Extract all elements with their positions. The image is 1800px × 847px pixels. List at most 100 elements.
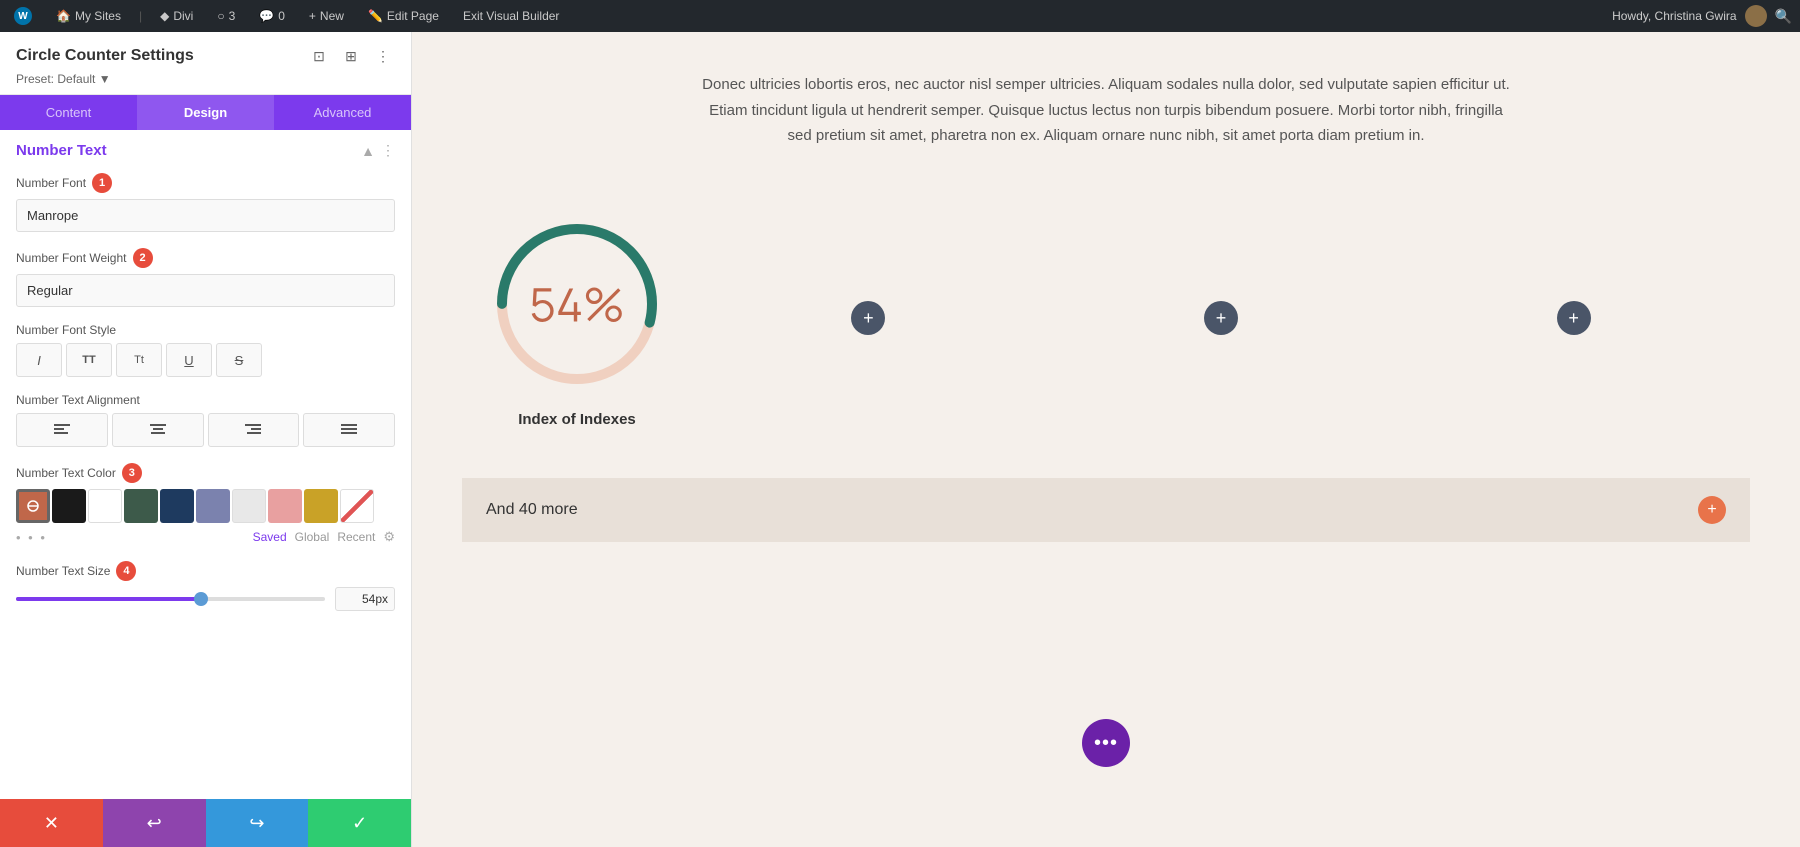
body-text: Donec ultricies lobortis eros, nec aucto… [696,72,1516,149]
color-swatch-dark-green[interactable] [124,489,158,523]
number-font-weight-label: Number Font Weight 2 [16,248,395,268]
counter-row: 54% Index of Indexes + + + [462,189,1750,448]
section-more-icon[interactable]: ⋮ [381,142,395,159]
wordpress-icon[interactable]: W [8,0,38,32]
counter-label: Index of Indexes [518,411,636,428]
slider-value[interactable]: 54px [335,587,395,611]
more-text: And 40 more [486,501,578,519]
recent-link[interactable]: Recent [337,530,375,544]
tab-design[interactable]: Design [137,95,274,130]
canvas-area: Donec ultricies lobortis eros, nec aucto… [412,32,1800,847]
uppercase-button[interactable]: TT [66,343,112,377]
exit-builder-button[interactable]: Exit Visual Builder [457,0,566,32]
strikethrough-button[interactable]: S [216,343,262,377]
number-font-weight-badge: 2 [133,248,153,268]
settings-panel: Circle Counter Settings ⊡ ⊞ ⋮ Preset: De… [0,32,412,847]
edit-page-button[interactable]: ✏️ Edit Page [362,0,445,32]
panel-preset[interactable]: Preset: Default ▼ [16,72,395,86]
number-font-select[interactable]: Manrope [16,199,395,232]
number-text-size-field: Number Text Size 4 54px [16,561,395,611]
number-font-style-field: Number Font Style I TT Tt U S [16,323,395,377]
top-bar: W 🏠 My Sites | ◆ Divi ○ 3 💬 0 + New ✏️ E… [0,0,1800,32]
tab-advanced[interactable]: Advanced [274,95,411,130]
divi-icon: ◆ [160,9,169,23]
global-link[interactable]: Global [295,530,330,544]
undo-button[interactable]: ↩ [103,799,206,847]
tab-content[interactable]: Content [0,95,137,130]
underline-button[interactable]: U [166,343,212,377]
circle-icon: ○ [217,9,224,23]
divi-link[interactable]: ◆ Divi [154,0,199,32]
plus-icon: + [309,9,316,23]
section-title: Number Text [16,142,107,159]
align-center-button[interactable] [112,413,204,447]
color-swatch-slate[interactable] [196,489,230,523]
redo-button[interactable]: ↪ [206,799,309,847]
slider-fill [16,597,201,601]
more-add-button[interactable]: + [1698,496,1726,524]
color-swatch-pink[interactable] [268,489,302,523]
comments-link[interactable]: ○ 3 [211,0,241,32]
color-more-icon[interactable]: • • • [16,530,47,545]
color-gear-icon[interactable]: ⚙ [383,529,395,545]
color-swatch-black[interactable] [52,489,86,523]
color-swatches [16,489,395,523]
color-swatch-light-gray[interactable] [232,489,266,523]
number-font-weight-select[interactable]: Regular [16,274,395,307]
number-text-color-label: Number Text Color 3 [16,463,395,483]
color-row-2: • • • Saved Global Recent ⚙ [16,529,395,545]
spacer-col-1: + [692,301,1045,335]
align-left-button[interactable] [16,413,108,447]
section-actions: ▲ ⋮ [361,142,395,159]
search-icon[interactable]: 🔍 [1775,8,1792,25]
add-counter-button-2[interactable]: + [1204,301,1238,335]
new-button[interactable]: + New [303,0,350,32]
counter-value: 54% [529,272,624,335]
collapse-icon[interactable]: ▲ [361,143,375,159]
number-font-field: Number Font 1 Manrope [16,173,395,232]
italic-button[interactable]: I [16,343,62,377]
panel-title: Circle Counter Settings [16,47,194,65]
number-text-align-label: Number Text Alignment [16,393,395,407]
more-icon[interactable]: ⋮ [371,44,395,68]
panel-header: Circle Counter Settings ⊡ ⊞ ⋮ Preset: De… [0,32,411,95]
saved-link[interactable]: Saved [253,530,287,544]
align-justify-button[interactable] [303,413,395,447]
slider-thumb[interactable] [194,592,208,606]
number-text-align-field: Number Text Alignment [16,393,395,447]
counter-value-overlay: 54% [529,272,624,335]
color-swatch-rust[interactable] [16,489,50,523]
add-counter-button-1[interactable]: + [851,301,885,335]
fullscreen-icon[interactable]: ⊡ [307,44,331,68]
align-right-button[interactable] [208,413,300,447]
panel-tabs: Content Design Advanced [0,95,411,130]
color-swatch-strikethrough[interactable] [340,489,374,523]
number-font-weight-field: Number Font Weight 2 Regular [16,248,395,307]
number-text-size-badge: 4 [116,561,136,581]
avatar[interactable] [1745,5,1767,27]
capitalize-button[interactable]: Tt [116,343,162,377]
color-swatch-gold[interactable] [304,489,338,523]
close-button[interactable]: ✕ [0,799,103,847]
save-button[interactable]: ✓ [308,799,411,847]
edit-icon: ✏️ [368,9,383,23]
number-font-label: Number Font 1 [16,173,395,193]
number-font-badge: 1 [92,173,112,193]
add-counter-button-3[interactable]: + [1557,301,1591,335]
color-saved-row: Saved Global Recent ⚙ [253,529,395,545]
layout-icon[interactable]: ⊞ [339,44,363,68]
number-text-color-badge: 3 [122,463,142,483]
color-swatch-navy[interactable] [160,489,194,523]
circle-svg-wrapper: 54% [482,209,672,399]
panel-title-row: Circle Counter Settings ⊡ ⊞ ⋮ [16,44,395,68]
size-slider-track[interactable] [16,597,325,601]
chat-link[interactable]: 💬 0 [253,0,291,32]
float-menu-button[interactable]: ••• [1082,719,1130,767]
align-buttons [16,413,395,447]
my-sites-link[interactable]: 🏠 My Sites [50,0,127,32]
home-icon: 🏠 [56,9,71,23]
section-header: Number Text ▲ ⋮ [16,142,395,159]
color-swatch-white[interactable] [88,489,122,523]
panel-content: Number Text ▲ ⋮ Number Font 1 Manrope [0,130,411,799]
main-layout: Circle Counter Settings ⊡ ⊞ ⋮ Preset: De… [0,32,1800,847]
